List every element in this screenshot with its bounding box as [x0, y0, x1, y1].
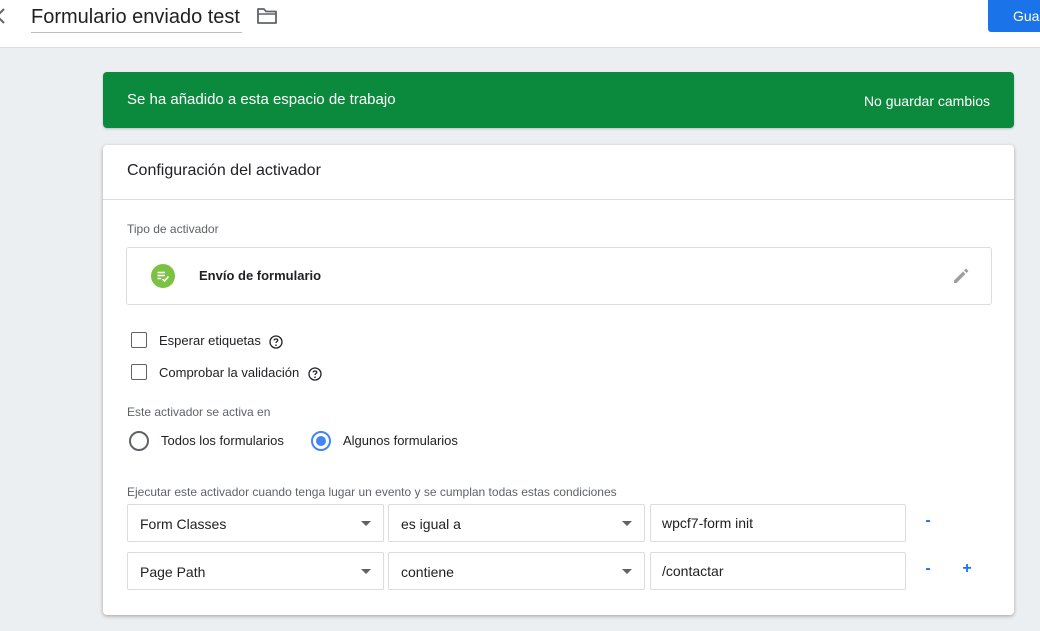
wait-for-tags-label: Esperar etiquetas — [159, 333, 261, 348]
discard-changes-button[interactable]: No guardar cambios — [864, 92, 990, 110]
trigger-configuration-card: Configuración del activador Tipo de acti… — [103, 145, 1014, 615]
condition-value-input[interactable] — [650, 504, 906, 542]
chevron-down-icon — [361, 569, 371, 574]
condition-variable-select[interactable]: Page Path — [127, 552, 384, 590]
condition-operator-value: es igual a — [401, 516, 461, 532]
all-forms-radio[interactable] — [129, 431, 149, 451]
pencil-icon[interactable] — [952, 267, 970, 285]
some-forms-label: Algunos formularios — [343, 433, 458, 448]
remove-condition-button[interactable]: - — [920, 512, 936, 530]
condition-variable-value: Page Path — [140, 564, 206, 580]
back-icon[interactable] — [0, 6, 8, 26]
trigger-name-title[interactable]: Formulario enviado test — [31, 4, 242, 33]
help-icon[interactable] — [269, 335, 283, 349]
remove-condition-button[interactable]: - — [920, 560, 936, 578]
fires-on-label: Este activador se activa en — [127, 405, 271, 419]
chevron-down-icon — [622, 521, 632, 526]
trigger-type-selector[interactable]: Envío de formulario — [126, 247, 992, 305]
condition-operator-select[interactable]: contiene — [388, 552, 645, 590]
condition-operator-select[interactable]: es igual a — [388, 504, 645, 542]
check-validation-label: Comprobar la validación — [159, 365, 300, 380]
wait-for-tags-checkbox[interactable] — [131, 332, 147, 348]
chevron-down-icon — [361, 521, 371, 526]
check-validation-option: Comprobar la validación — [131, 364, 331, 384]
condition-variable-select[interactable]: Form Classes — [127, 504, 384, 542]
condition-variable-value: Form Classes — [140, 516, 227, 532]
some-forms-radio[interactable] — [311, 431, 331, 451]
add-condition-button[interactable]: + — [959, 560, 975, 578]
check-validation-checkbox[interactable] — [131, 364, 147, 380]
top-bar: Formulario enviado test Guardar — [0, 0, 1040, 48]
workspace-notification-banner: Se ha añadido a esta espacio de trabajo … — [103, 72, 1014, 128]
divider — [103, 199, 1014, 200]
folder-icon[interactable] — [256, 7, 278, 25]
all-forms-label: Todos los formularios — [161, 433, 284, 448]
card-title: Configuración del activador — [127, 162, 321, 179]
help-icon[interactable] — [308, 367, 322, 381]
condition-operator-value: contiene — [401, 564, 454, 580]
condition-value-input[interactable] — [650, 552, 906, 590]
all-forms-option: Todos los formularios — [129, 431, 299, 453]
banner-message: Se ha añadido a esta espacio de trabajo — [127, 91, 396, 108]
chevron-down-icon — [622, 569, 632, 574]
wait-for-tags-option: Esperar etiquetas — [131, 332, 301, 352]
some-forms-option: Algunos formularios — [311, 431, 481, 453]
save-button[interactable]: Guardar — [988, 0, 1040, 32]
form-submit-icon — [151, 264, 175, 288]
trigger-type-name: Envío de formulario — [199, 268, 322, 283]
trigger-type-label: Tipo de activador — [127, 222, 219, 236]
conditions-label: Ejecutar este activador cuando tenga lug… — [127, 485, 617, 499]
